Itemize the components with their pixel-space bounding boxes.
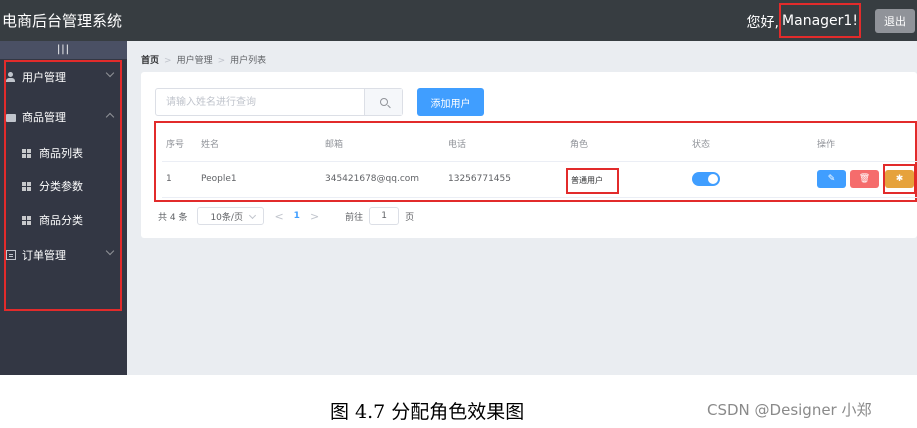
cell-actions: ✎ 🗑 ✱ [813,161,917,198]
search-icon [379,98,388,106]
next-page-button[interactable]: > [310,210,319,223]
breadcrumb-item: 用户列表 [230,56,267,66]
bag-icon [6,114,16,122]
pagination: 共 4 条 10条/页 < 1 > 前往 1 页 [158,206,414,226]
prev-page-button[interactable]: < [274,210,283,223]
cell-status [688,161,813,198]
sidebar-item-order-management[interactable]: 订单管理 [0,245,127,265]
search-button[interactable] [364,89,402,115]
figure-caption: 图 4.7 分配角色效果图 [330,401,525,423]
breadcrumb: 首页 > 用户管理 > 用户列表 [141,53,266,66]
breadcrumb-item: 用户管理 [176,56,213,66]
app-title: 电商后台管理系统 [2,12,123,30]
watermark-text: CSDN @Designer 小郑 [707,401,872,419]
edit-button[interactable]: ✎ [817,170,846,188]
sidebar-subitem-product-list[interactable]: 商品列表 [0,143,127,163]
chevron-down-icon [105,246,115,256]
column-header: 姓名 [197,127,321,162]
breadcrumb-separator: > [164,56,172,66]
search-box [155,88,403,116]
table-highlight-box: 序号 姓名 邮箱 电话 角色 状态 操作 1 People1 345421678… [154,121,917,202]
sidebar-subitem-label: 分类参数 [39,180,83,193]
column-header: 角色 [566,127,688,162]
column-header: 邮箱 [321,127,444,162]
column-header: 状态 [688,127,813,162]
column-header: 电话 [444,127,566,162]
page-number-current[interactable]: 1 [294,211,300,221]
column-header: 操作 [813,127,917,162]
username: Manager1! [782,12,858,29]
pagination-total: 共 4 条 [158,212,188,223]
grid-icon [22,181,31,191]
cell-name: People1 [197,161,321,198]
sidebar-subitem-product-category[interactable]: 商品分类 [0,210,127,230]
cell-phone: 13256771455 [444,161,566,198]
logout-button[interactable]: 退出 [875,9,915,33]
username-highlight: Manager1! [779,3,861,38]
edit-icon: ✎ [827,174,836,184]
sidebar-toggle-button[interactable]: ||| [0,41,127,59]
sidebar-item-product-management[interactable]: 商品管理 [0,107,127,127]
order-icon [6,250,16,260]
chevron-down-icon [105,68,115,78]
table-row: 1 People1 345421678@qq.com 13256771455 普… [162,161,917,198]
trash-icon: 🗑 [858,174,871,184]
assign-role-highlight: ✱ [883,164,916,194]
sidebar-subitem-label: 商品分类 [39,214,83,227]
add-user-button[interactable]: 添加用户 [417,88,484,116]
role-highlight: 普通用户 [566,167,619,194]
goto-suffix: 页 [405,212,415,223]
user-icon [6,72,16,82]
user-table: 序号 姓名 邮箱 电话 角色 状态 操作 1 People1 345421678… [162,127,917,198]
table-header-row: 序号 姓名 邮箱 电话 角色 状态 操作 [162,127,917,162]
delete-button[interactable]: 🗑 [850,170,879,188]
page-size-value: 10条/页 [210,212,243,223]
cell-index: 1 [162,161,197,198]
user-list-card: 添加用户 序号 姓名 邮箱 电话 角色 状态 操作 [141,72,917,238]
grid-icon [22,148,31,158]
sidebar: ||| 用户管理 商品管理 商品列表 分类参数 商品分类 订单管理 [0,41,127,375]
goto-page-input[interactable]: 1 [369,207,400,225]
grid-icon [22,215,31,225]
cell-role: 普通用户 [566,161,688,198]
sidebar-item-user-management[interactable]: 用户管理 [0,67,127,87]
chevron-up-icon [105,112,115,122]
app-window: 电商后台管理系统 您好, Manager1! 退出 ||| 用户管理 商品管理 … [0,0,917,375]
settings-icon: ✱ [895,174,904,184]
role-value: 普通用户 [571,176,603,185]
cell-email: 345421678@qq.com [321,161,444,198]
goto-label: 前往 [345,212,364,223]
status-toggle[interactable] [692,172,720,186]
sidebar-subitem-label: 商品列表 [39,147,83,160]
sidebar-subitem-category-params[interactable]: 分类参数 [0,176,127,196]
sidebar-item-label: 商品管理 [22,111,66,124]
top-header: 电商后台管理系统 您好, Manager1! 退出 [0,0,917,41]
sidebar-item-label: 用户管理 [22,71,66,84]
assign-role-button[interactable]: ✱ [885,170,914,188]
search-input[interactable] [156,89,364,115]
sidebar-item-label: 订单管理 [22,249,66,262]
breadcrumb-home[interactable]: 首页 [141,56,159,66]
greeting-text: 您好, [746,15,779,31]
column-header: 序号 [162,127,197,162]
breadcrumb-separator: > [217,56,226,66]
page-size-select[interactable]: 10条/页 [197,207,265,225]
